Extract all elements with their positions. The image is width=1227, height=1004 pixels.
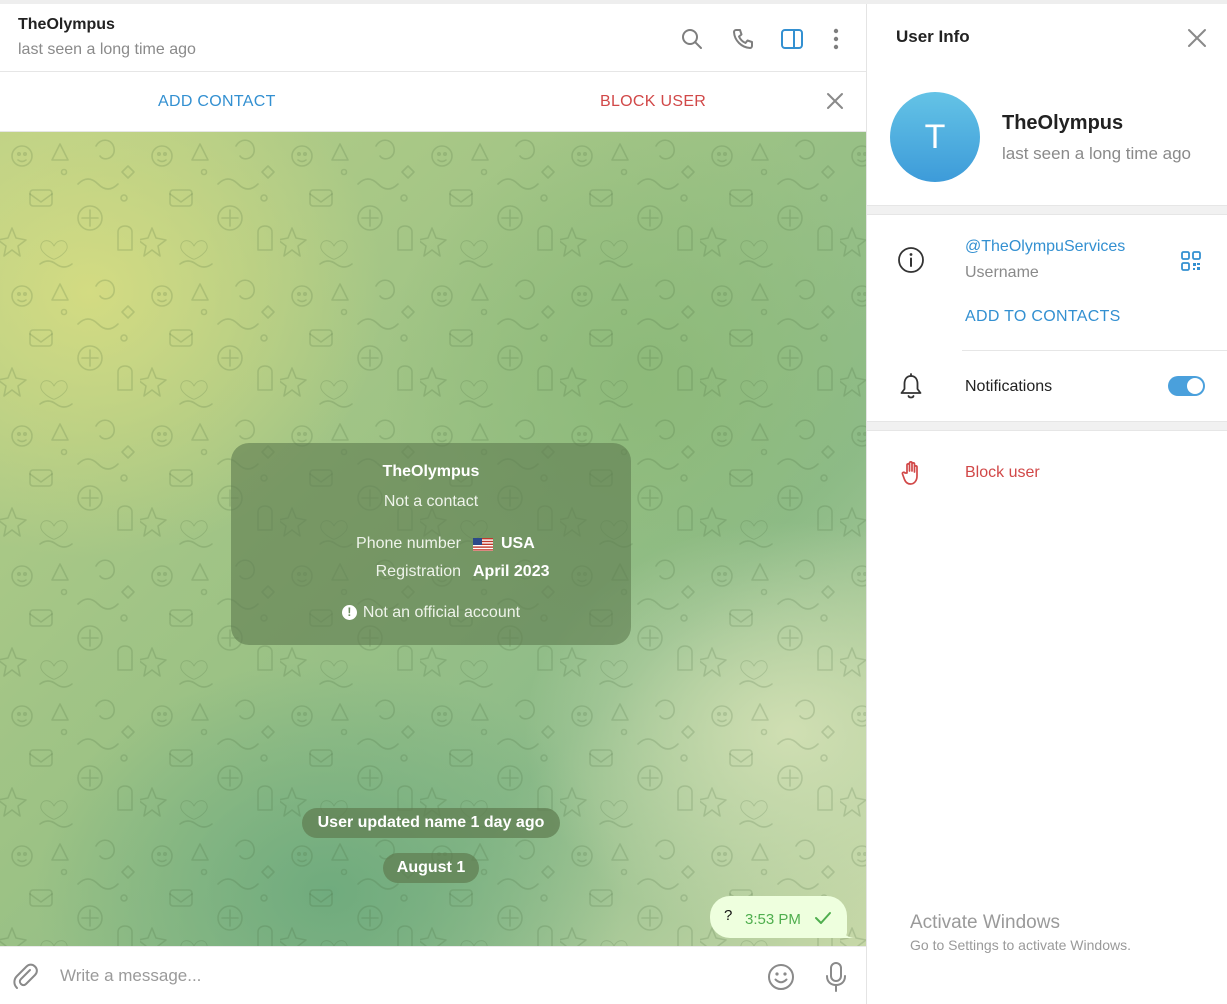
notifications-toggle[interactable]	[1168, 376, 1205, 396]
contact-info-card: TheOlympus Not a contact Phone number US…	[231, 443, 631, 645]
toggle-knob	[1187, 378, 1203, 394]
registration-label: Registration	[375, 563, 461, 580]
check-icon	[815, 912, 831, 924]
message-composer	[0, 946, 866, 1004]
chat-status: last seen a long time ago	[18, 41, 196, 58]
avatar[interactable]: T	[890, 92, 980, 182]
activate-windows-title: Activate Windows	[910, 912, 1060, 933]
official-account-warning: ! Not an official account	[231, 604, 631, 622]
date-divider: August 1	[383, 853, 479, 883]
section-divider	[867, 205, 1227, 215]
block-user-button[interactable]: BLOCK USER	[600, 93, 706, 111]
section-divider	[867, 421, 1227, 431]
username-link[interactable]: @TheOlympuServices	[965, 238, 1125, 256]
chat-pane: TheOlympus last seen a long time ago ADD…	[0, 4, 866, 1004]
add-contact-button[interactable]: ADD CONTACT	[158, 93, 276, 111]
us-flag-icon	[473, 538, 493, 551]
activate-windows-subtitle: Go to Settings to activate Windows.	[910, 937, 1131, 953]
panel-title: User Info	[896, 27, 970, 46]
outgoing-message[interactable]: ? 3:53 PM	[710, 896, 847, 938]
profile-name: TheOlympus	[1002, 112, 1124, 134]
paperclip-icon[interactable]	[12, 963, 40, 991]
notifications-label: Notifications	[965, 378, 1053, 395]
chat-background: TheOlympus Not a contact Phone number US…	[0, 132, 866, 946]
phone-icon[interactable]	[730, 26, 756, 52]
emoji-icon[interactable]	[766, 962, 796, 992]
message-text: ?	[724, 907, 733, 924]
chat-header: TheOlympus last seen a long time ago	[0, 4, 866, 72]
message-time: 3:53 PM	[745, 911, 801, 928]
close-panel-icon[interactable]	[1186, 27, 1208, 49]
info-card-name: TheOlympus	[382, 463, 480, 480]
service-message: User updated name 1 day ago	[302, 808, 560, 838]
user-info-panel: User Info T TheOlympus last seen a long …	[867, 4, 1227, 1004]
registration-value: April 2023	[473, 563, 550, 580]
phone-number-label: Phone number	[356, 535, 461, 552]
info-icon	[898, 247, 924, 273]
info-card-subtitle: Not a contact	[383, 493, 479, 510]
chat-title[interactable]: TheOlympus	[18, 16, 115, 34]
profile-status: last seen a long time ago	[1002, 144, 1192, 163]
close-icon[interactable]	[824, 90, 846, 112]
more-vertical-icon[interactable]	[823, 26, 849, 52]
block-user-link[interactable]: Block user	[965, 464, 1040, 482]
microphone-icon[interactable]	[823, 961, 849, 993]
phone-number-value: USA	[501, 535, 535, 552]
contact-action-bar: ADD CONTACT BLOCK USER	[0, 72, 866, 132]
qr-code-icon[interactable]	[1180, 250, 1202, 272]
bell-icon	[900, 373, 922, 399]
warning-text: Not an official account	[362, 604, 521, 621]
username-label: Username	[965, 264, 1039, 281]
add-to-contacts-button[interactable]: ADD TO CONTACTS	[965, 308, 1121, 326]
exclamation-icon: !	[341, 605, 357, 620]
sidebar-panel-icon[interactable]	[779, 26, 805, 52]
hand-stop-icon	[901, 461, 918, 485]
search-icon[interactable]	[679, 26, 705, 52]
row-divider	[962, 350, 1227, 351]
message-input[interactable]	[60, 962, 740, 990]
